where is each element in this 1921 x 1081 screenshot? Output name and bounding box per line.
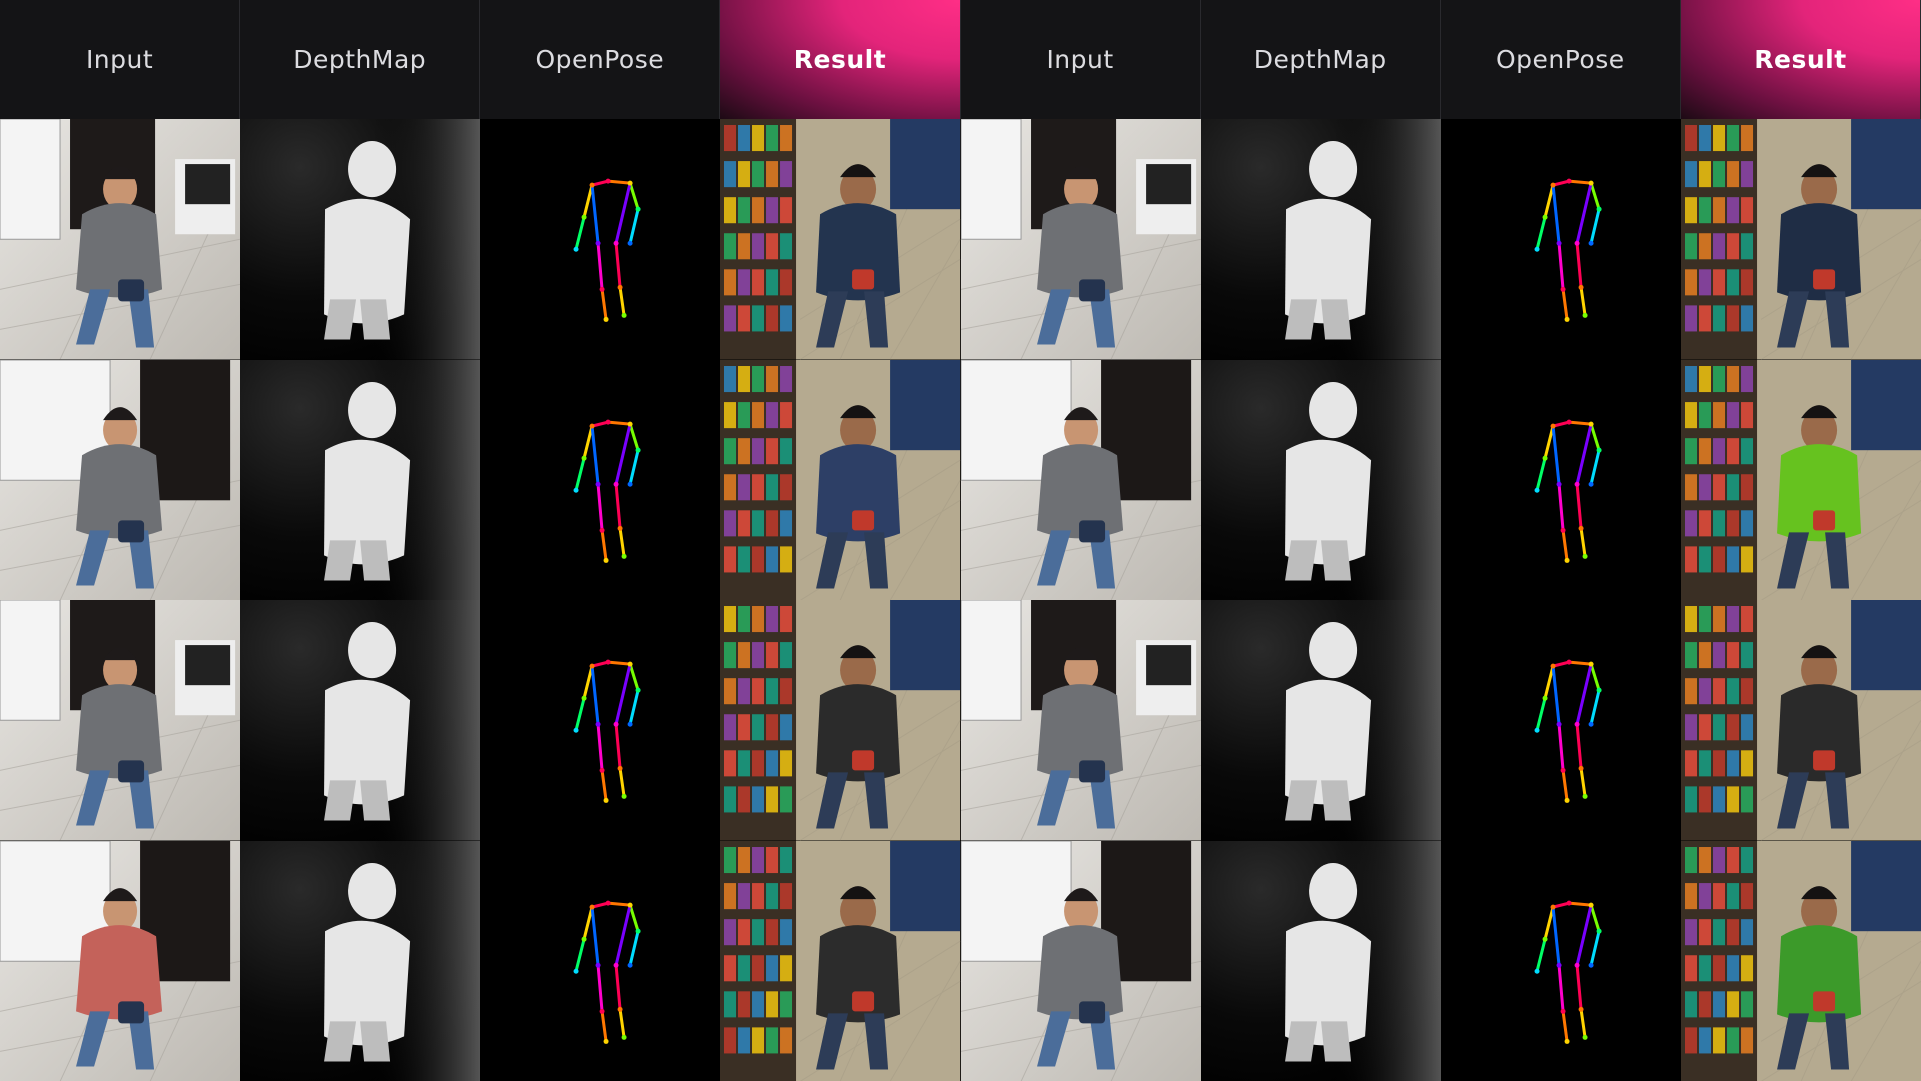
column-header-result: Result: [720, 0, 961, 119]
result-image: [1680, 840, 1921, 1081]
input-image: [960, 119, 1201, 360]
result-image: [1680, 119, 1921, 360]
input-image: [960, 840, 1201, 1081]
column-header-input: Input: [0, 0, 241, 119]
result-image: [720, 359, 961, 600]
openpose-image: [1440, 840, 1681, 1081]
comparison-grid: Input DepthMap OpenPose Result Input Dep…: [0, 0, 1921, 1081]
depthmap-image: [240, 600, 481, 841]
column-header-result: Result: [1680, 0, 1921, 119]
input-image: [0, 359, 241, 600]
openpose-image: [480, 119, 721, 360]
input-image: [960, 359, 1201, 600]
result-image: [1680, 359, 1921, 600]
result-image: [1680, 600, 1921, 841]
column-header-openpose: OpenPose: [1440, 0, 1681, 119]
result-image: [720, 119, 961, 360]
column-header-depthmap: DepthMap: [240, 0, 481, 119]
input-image: [0, 840, 241, 1081]
openpose-image: [480, 600, 721, 841]
input-image: [0, 119, 241, 360]
column-header-openpose: OpenPose: [480, 0, 721, 119]
openpose-image: [1440, 359, 1681, 600]
depthmap-image: [1200, 600, 1441, 841]
input-image: [0, 600, 241, 841]
column-header-input: Input: [960, 0, 1201, 119]
result-image: [720, 840, 961, 1081]
depthmap-image: [240, 840, 481, 1081]
openpose-image: [480, 840, 721, 1081]
depthmap-image: [240, 359, 481, 600]
depthmap-image: [240, 119, 481, 360]
result-image: [720, 600, 961, 841]
depthmap-image: [1200, 359, 1441, 600]
openpose-image: [1440, 119, 1681, 360]
input-image: [960, 600, 1201, 841]
column-header-depthmap: DepthMap: [1200, 0, 1441, 119]
depthmap-image: [1200, 840, 1441, 1081]
openpose-image: [480, 359, 721, 600]
openpose-image: [1440, 600, 1681, 841]
depthmap-image: [1200, 119, 1441, 360]
